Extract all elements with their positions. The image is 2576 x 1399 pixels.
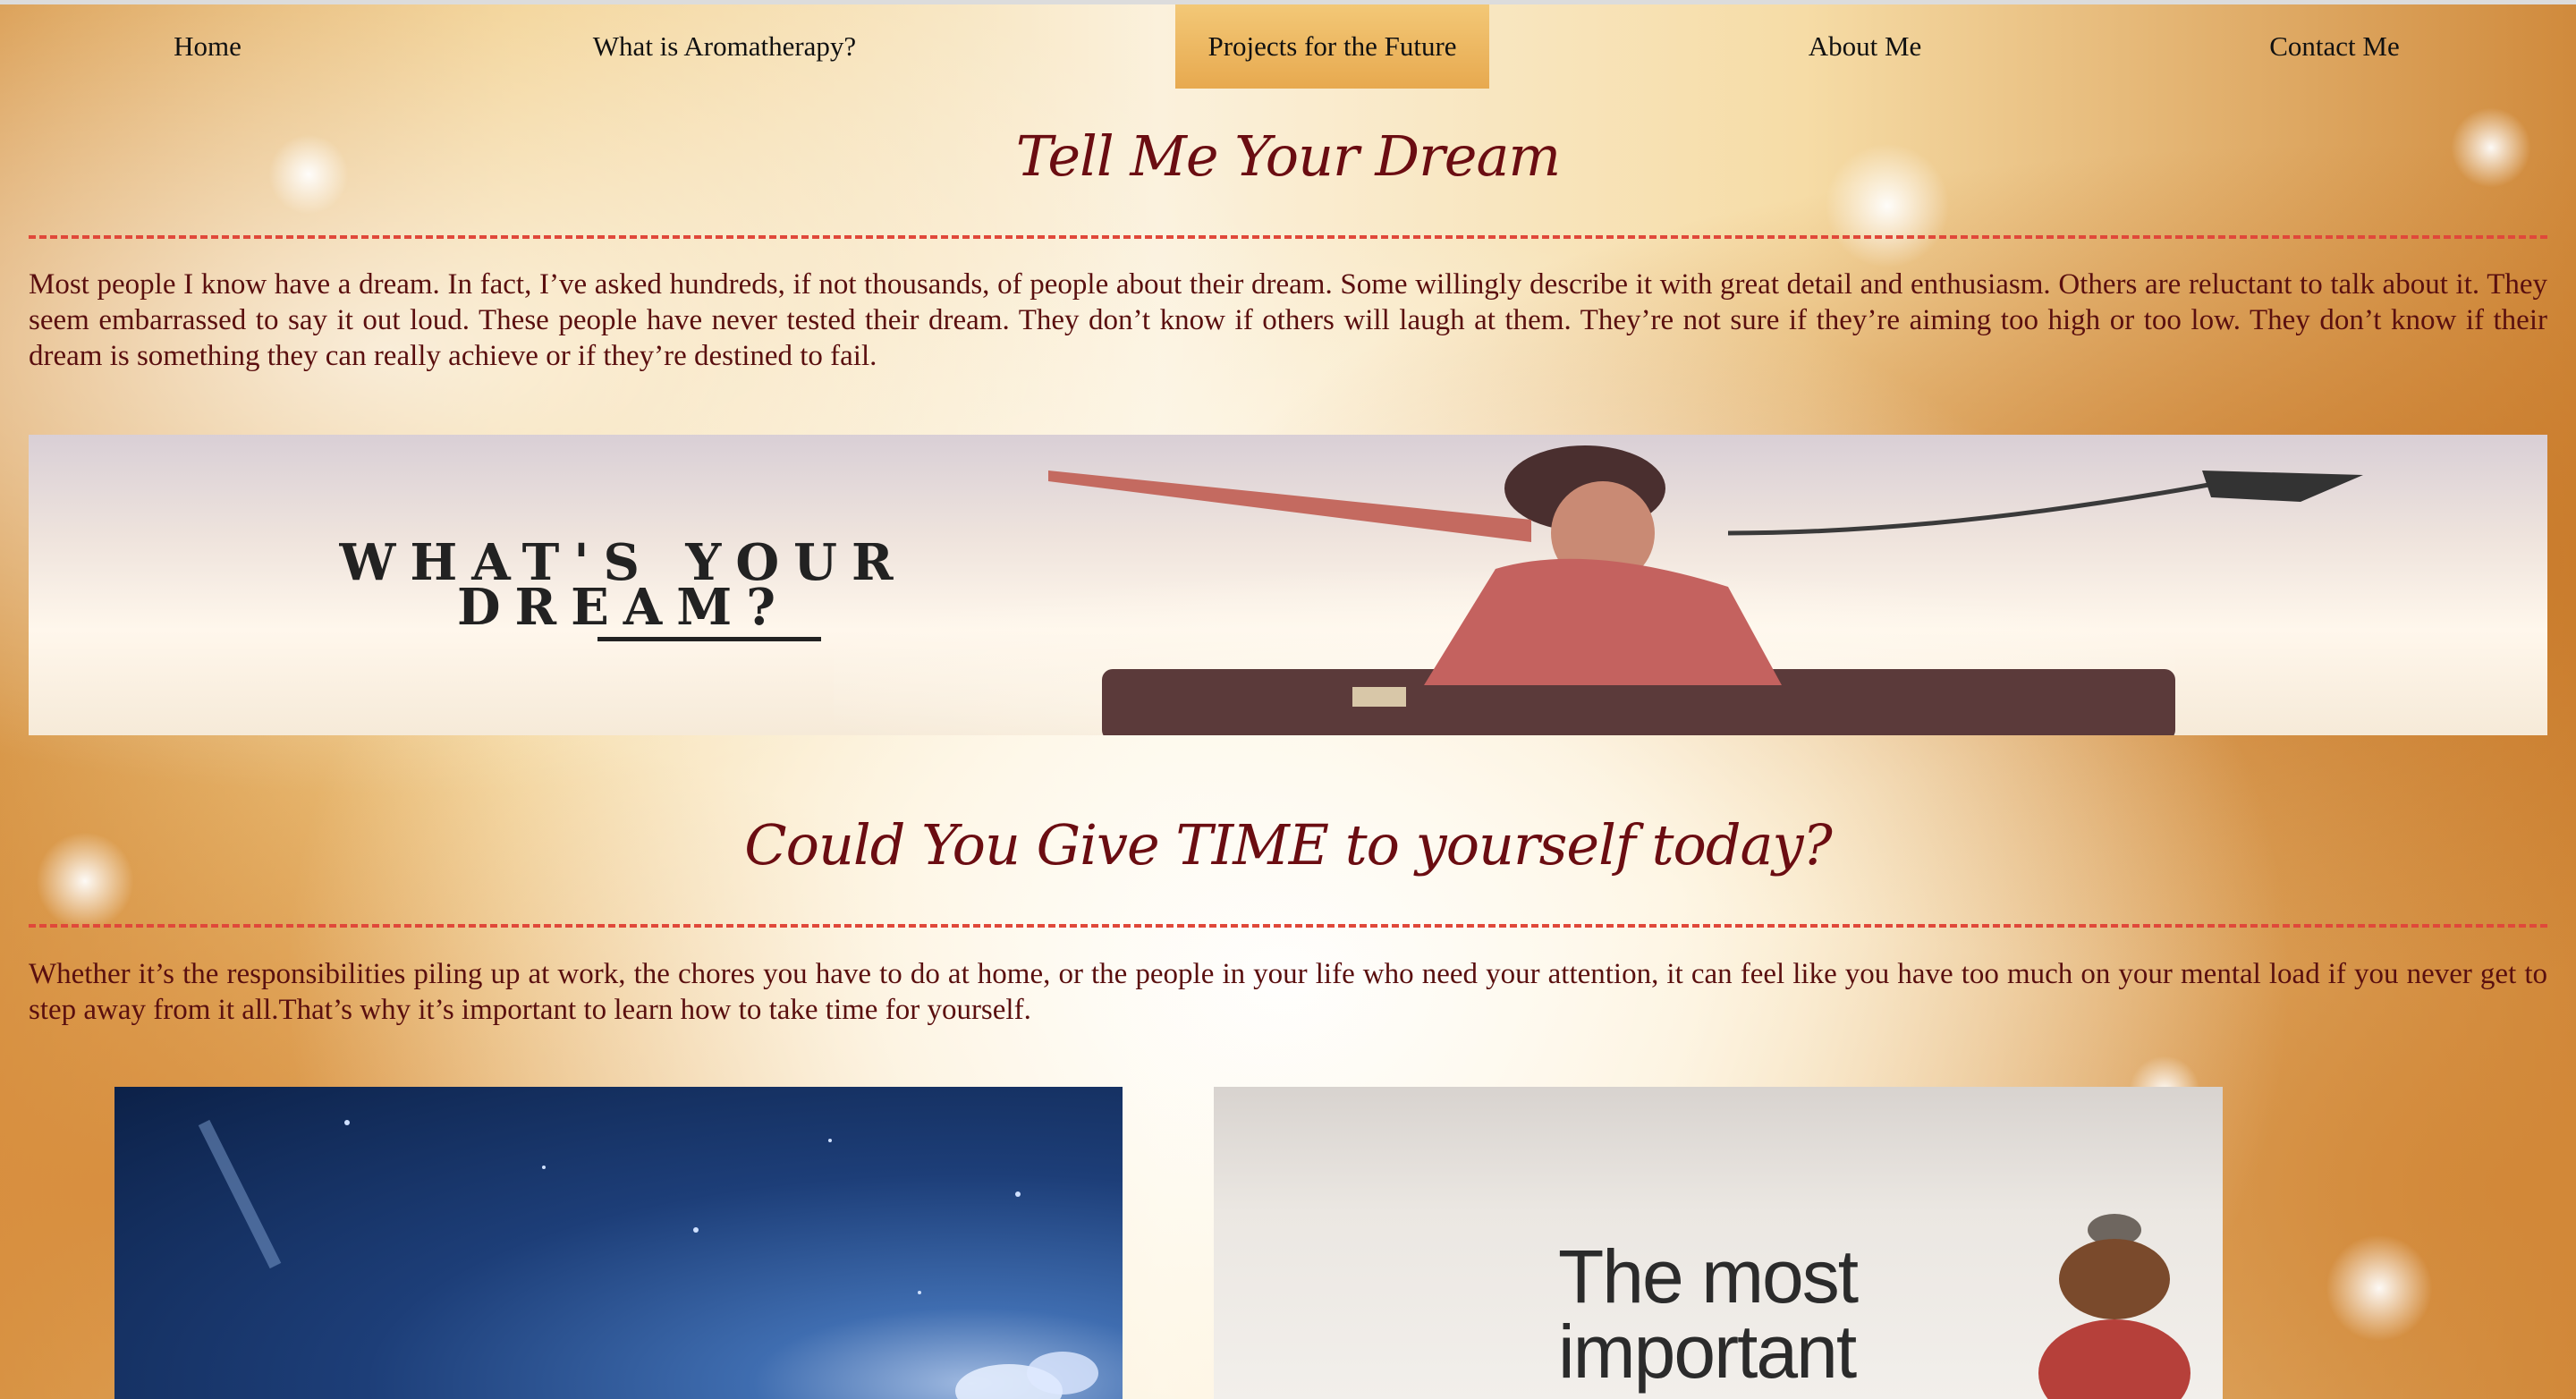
nav-projects-label: Projects for the Future (1208, 30, 1457, 62)
section-text-dream: Most people I know have a dream. In fact… (29, 268, 2547, 372)
section-title-time: Could You Give TIME to yourself today? (744, 812, 1833, 878)
nav-about-me[interactable]: About Me (1780, 4, 1950, 89)
nav-home-label: Home (174, 30, 242, 62)
stacked-stones-illustration (2038, 1214, 2190, 1399)
nav-projects-for-the-future[interactable]: Projects for the Future (1175, 4, 1489, 89)
nav-aromatherapy[interactable]: What is Aromatherapy? (572, 4, 877, 89)
section-text-time: Whether it’s the responsibilities piling… (29, 958, 2547, 1026)
section-divider (29, 924, 2547, 928)
sparkle-decoration (2326, 1234, 2433, 1342)
section-title-dream: Tell Me Your Dream (1015, 123, 1561, 189)
banner-headline: WHAT'S YOUR DREAM? (243, 538, 1004, 632)
dream-banner-image: WHAT'S YOUR DREAM? (29, 435, 2547, 735)
main-nav: Home What is Aromatherapy? Projects for … (0, 4, 2576, 89)
nav-contact-me[interactable]: Contact Me (2245, 4, 2424, 89)
nav-contact-label: Contact Me (2269, 30, 2400, 62)
blue-flower-image (114, 1087, 1123, 1399)
blue-flower-illustration (198, 1119, 1098, 1399)
nav-aromatherapy-label: What is Aromatherapy? (592, 30, 857, 62)
nav-home[interactable]: Home (134, 4, 281, 89)
nav-about-label: About Me (1808, 30, 1922, 62)
banner-underline (597, 637, 821, 641)
section-divider (29, 235, 2547, 239)
the-most-important-image: The most important (1214, 1087, 2223, 1399)
